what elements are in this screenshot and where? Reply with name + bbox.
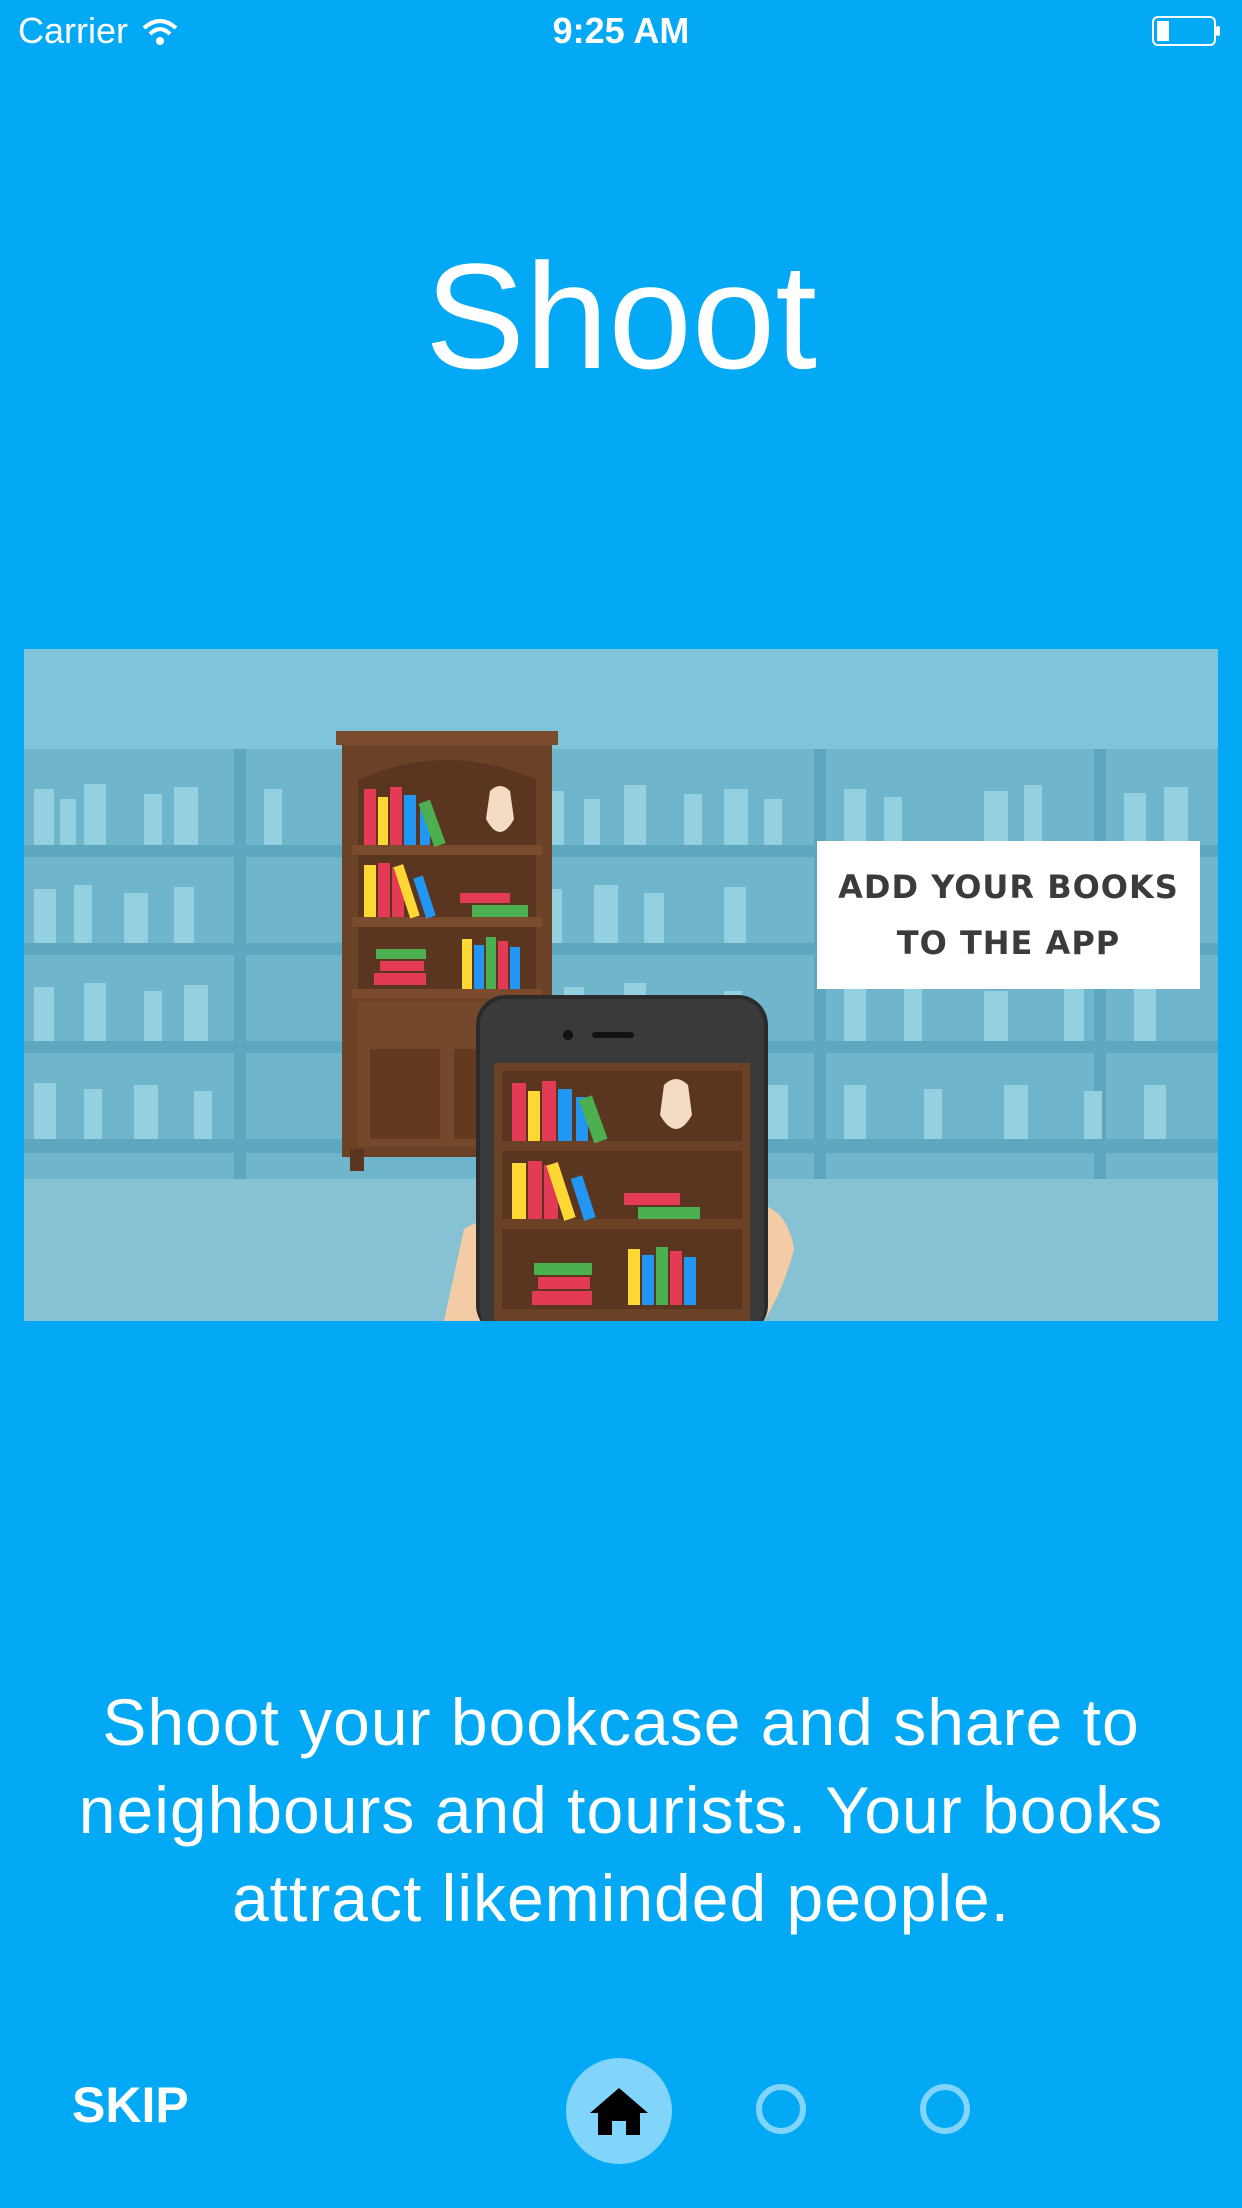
status-bar: Carrier 9:25 AM (0, 0, 1242, 60)
page-indicator (566, 2058, 986, 2166)
onboarding-description: Shoot your bookcase and share to neighbo… (78, 1685, 1164, 1935)
page-title: Shoot (425, 232, 817, 400)
battery-icon (1152, 16, 1220, 46)
page-dot-3[interactable] (920, 2084, 970, 2134)
bookshelf-illustration: ADD YOUR BOOKS TO THE APP (24, 649, 1218, 1321)
skip-button[interactable]: SKIP (72, 2076, 189, 2134)
status-time: 9:25 AM (552, 10, 690, 51)
illustration-caption: ADD YOUR BOOKS TO THE APP (817, 841, 1200, 989)
caption-line-1: ADD YOUR BOOKS (838, 868, 1179, 906)
home-icon (590, 2088, 648, 2135)
caption-line-2: TO THE APP (896, 924, 1121, 962)
page-dot-2[interactable] (756, 2084, 806, 2134)
page-dot-1-active[interactable] (566, 2058, 672, 2164)
